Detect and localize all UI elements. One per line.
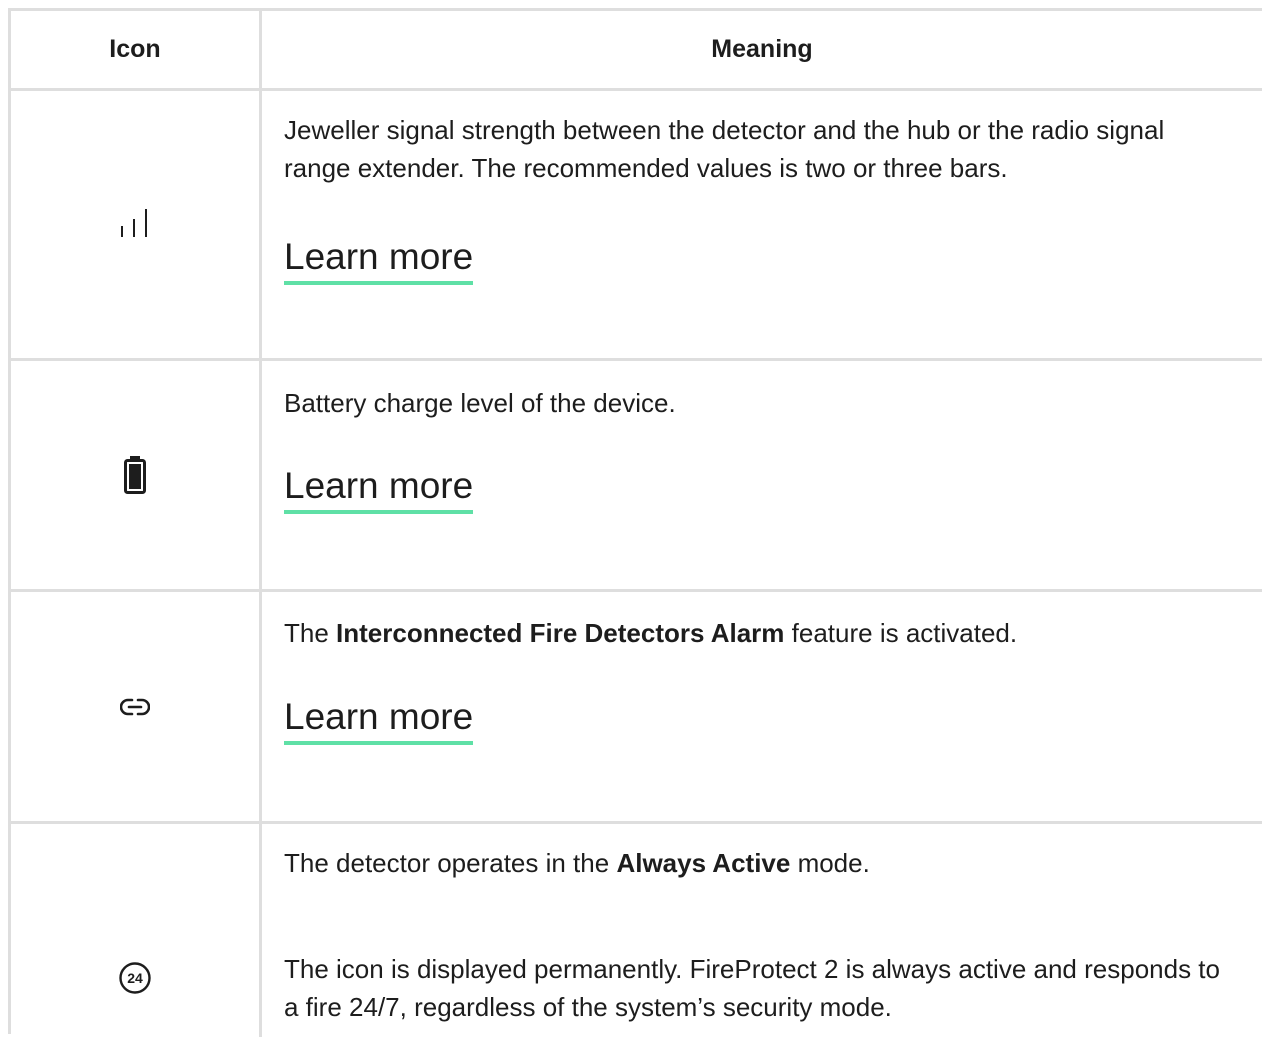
header-meaning-column: Meaning (711, 35, 813, 63)
feature-name: Interconnected Fire Detectors Alarm (336, 618, 785, 648)
meaning-cell: Battery charge level of the device. Lear… (262, 361, 1262, 589)
row-description: Jeweller signal strength between the det… (284, 115, 1165, 183)
icon-cell (11, 361, 262, 589)
icons-table: Icon Meaning Jeweller signal strength be… (8, 8, 1262, 1037)
link-icon (120, 698, 150, 715)
table-header-row: Icon Meaning (11, 11, 1262, 91)
icon-cell (11, 592, 262, 821)
desc-text-after: feature is activated. (784, 618, 1018, 648)
mode-name: Always Active (616, 848, 791, 878)
header-icon-column: Icon (11, 11, 262, 88)
row-description: The Interconnected Fire Detectors Alarm … (284, 614, 1224, 652)
signal-strength-icon (121, 208, 147, 237)
icon-label: 24 (127, 970, 143, 986)
desc-text-before: The detector operates in the (284, 848, 617, 878)
row-description: The detector operates in the Always Acti… (284, 844, 1224, 882)
battery-icon (124, 456, 146, 494)
meaning-cell: The Interconnected Fire Detectors Alarm … (262, 592, 1262, 821)
icon-cell (11, 91, 262, 358)
icon-cell: 24 (11, 824, 262, 1037)
row-description: Battery charge level of the device. (284, 388, 676, 418)
always-active-24-icon: 24 (119, 962, 151, 994)
learn-more-link[interactable]: Learn more (284, 235, 474, 285)
meaning-cell: The detector operates in the Always Acti… (262, 824, 1262, 1037)
meaning-cell: Jeweller signal strength between the det… (262, 91, 1262, 358)
desc-text-before: The (284, 618, 337, 648)
desc-text-after: mode. (790, 848, 870, 878)
table-row: 24 The detector operates in the Always A… (11, 824, 1262, 1037)
learn-more-link[interactable]: Learn more (284, 695, 474, 745)
table-row: Jeweller signal strength between the det… (11, 91, 1262, 361)
row-description-2: The icon is displayed permanently. FireP… (284, 954, 1220, 1022)
table-row: Battery charge level of the device. Lear… (11, 361, 1262, 592)
learn-more-link[interactable]: Learn more (284, 464, 474, 514)
table-row: The Interconnected Fire Detectors Alarm … (11, 592, 1262, 824)
